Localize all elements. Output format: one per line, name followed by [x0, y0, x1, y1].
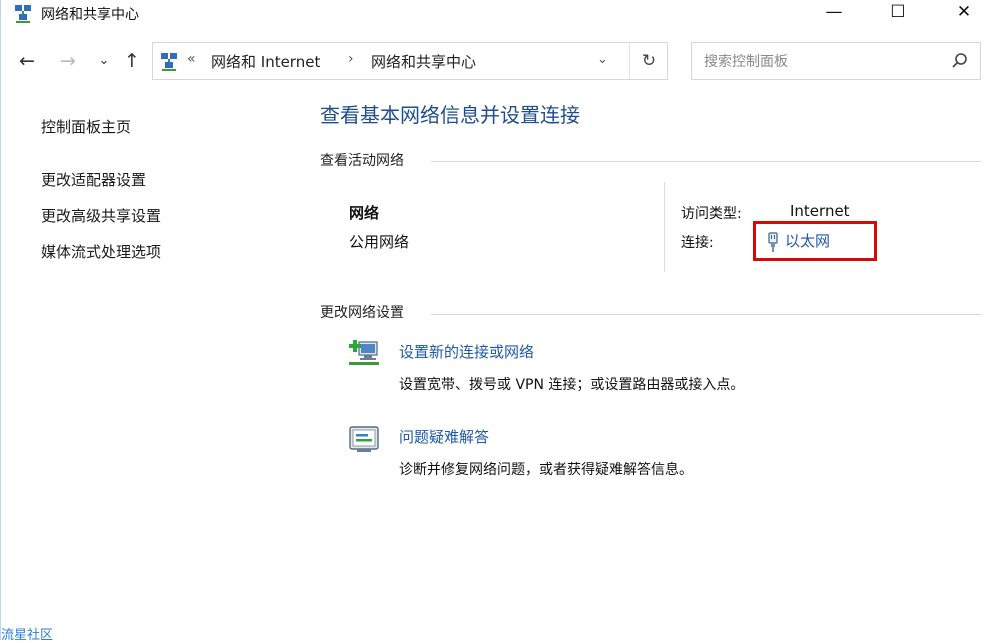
- minimize-button[interactable]: —: [811, 0, 857, 26]
- setup-new-connection-link[interactable]: 设置新的连接或网络: [399, 341, 534, 362]
- breadcrumb-separator-icon[interactable]: ›: [348, 51, 354, 67]
- search-input[interactable]: [702, 49, 946, 75]
- back-button[interactable]: ←: [15, 48, 39, 74]
- troubleshoot-link[interactable]: 问题疑难解答: [399, 426, 489, 447]
- access-type-value: Internet: [790, 202, 850, 220]
- breadcrumb-network-internet[interactable]: 网络和 Internet: [211, 51, 320, 72]
- connections-label: 连接:: [681, 235, 714, 251]
- forward-button[interactable]: →: [56, 48, 80, 74]
- page-title: 查看基本网络信息并设置连接: [320, 103, 580, 127]
- breadcrumb-sharing-center[interactable]: 网络和共享中心: [371, 51, 476, 72]
- setup-new-connection-desc: 设置宽带、拨号或 VPN 连接；或设置路由器或接入点。: [399, 377, 745, 393]
- sidebar-item-advanced-sharing[interactable]: 更改高级共享设置: [41, 205, 161, 226]
- network-type: 公用网络: [349, 233, 410, 251]
- troubleshoot-icon: [349, 426, 379, 452]
- up-button[interactable]: ↑: [120, 48, 144, 74]
- maximize-button[interactable]: ☐: [875, 0, 921, 26]
- overflow-chevron-icon[interactable]: «: [187, 51, 196, 67]
- active-networks-heading: 查看活动网络: [320, 153, 404, 169]
- address-bar[interactable]: « 网络和 Internet › 网络和共享中心 ⌄ ↻: [152, 42, 668, 80]
- sidebar-item-media-streaming[interactable]: 媒体流式处理选项: [41, 241, 161, 262]
- new-connection-icon: [349, 340, 379, 365]
- troubleshoot-desc: 诊断并修复网络问题，或者获得疑难解答信息。: [399, 462, 693, 478]
- refresh-button[interactable]: ↻: [629, 43, 668, 79]
- network-center-icon: [15, 5, 31, 23]
- sidebar-item-adapter-settings[interactable]: 更改适配器设置: [41, 169, 146, 190]
- recent-locations-button[interactable]: ⌄: [92, 48, 116, 74]
- title-bar: 网络和共享中心 — ☐ ✕: [1, 0, 994, 28]
- ethernet-link[interactable]: 以太网: [767, 230, 830, 252]
- window-title: 网络和共享中心: [41, 7, 139, 23]
- divider: [431, 161, 981, 162]
- search-box[interactable]: [691, 42, 981, 80]
- change-settings-heading: 更改网络设置: [320, 305, 404, 321]
- ethernet-link-label[interactable]: 以太网: [785, 232, 830, 250]
- access-type-label: 访问类型:: [681, 206, 742, 222]
- ethernet-plug-icon: [768, 231, 778, 252]
- network-center-icon: [161, 53, 177, 71]
- watermark-text: 流星社区: [1, 628, 54, 643]
- network-name: 网络: [349, 204, 380, 222]
- divider: [664, 182, 665, 272]
- chevron-down-icon[interactable]: ⌄: [597, 52, 608, 67]
- sidebar-item-control-panel-home[interactable]: 控制面板主页: [41, 116, 131, 137]
- close-button[interactable]: ✕: [941, 0, 987, 26]
- search-icon[interactable]: [950, 51, 970, 71]
- divider: [431, 314, 981, 315]
- navigation-bar: ← → ⌄ ↑ « 网络和 Internet › 网络和共享中心 ⌄ ↻: [1, 42, 994, 82]
- window: 网络和共享中心 — ☐ ✕ ← → ⌄ ↑ « 网络和 Internet › 网…: [0, 0, 994, 643]
